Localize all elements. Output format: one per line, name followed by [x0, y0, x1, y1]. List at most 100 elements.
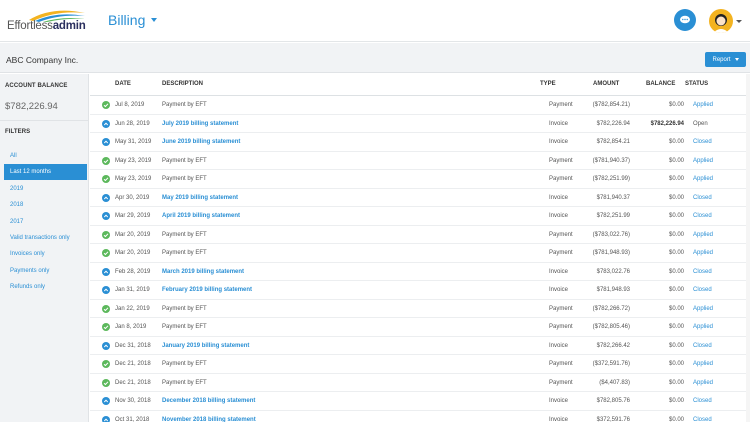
chevron-up-circle-icon[interactable] — [102, 415, 110, 422]
column-header-amount[interactable]: AMOUNT — [593, 81, 619, 87]
column-header-date[interactable]: DATE — [115, 81, 131, 87]
filter-item-label: Invoices only — [10, 251, 45, 258]
table-row[interactable]: Apr 30, 2019 May 2019 billing statement In… — [90, 189, 746, 207]
row-status: Open — [693, 120, 708, 127]
chat-button[interactable] — [674, 9, 696, 31]
filter-item[interactable]: 2019 — [0, 181, 87, 197]
row-description: Payment by EFT — [162, 379, 207, 386]
row-balance: $0.00 — [668, 268, 684, 275]
table-row[interactable]: Jan 8, 2019 Payment by EFT Payment ($782,80… — [90, 318, 746, 337]
row-description-link[interactable]: May 2019 billing statement — [162, 195, 238, 201]
filter-item[interactable]: All — [0, 148, 87, 164]
column-header-status[interactable]: STATUS — [685, 81, 708, 87]
check-circle-icon[interactable] — [102, 323, 110, 331]
row-description-link[interactable]: July 2019 billing statement — [162, 121, 238, 127]
row-description-link[interactable]: April 2019 billing statement — [162, 213, 240, 219]
sidebar-divider — [0, 120, 89, 121]
table-row[interactable]: Dec 21, 2018 Payment by EFT Payment ($4,407… — [90, 374, 746, 392]
row-description-link[interactable]: February 2019 billing statement — [162, 287, 252, 293]
row-status-link[interactable]: Closed — [693, 195, 712, 201]
user-avatar[interactable] — [709, 9, 733, 33]
row-status-link[interactable]: Closed — [693, 269, 712, 275]
row-status-link[interactable]: Applied — [693, 158, 713, 164]
avatar-chevron-down-icon[interactable] — [736, 20, 742, 23]
table-row[interactable]: Oct 31, 2018 November 2018 billing statem… — [90, 411, 746, 422]
filters-label: FILTERS — [5, 129, 31, 135]
column-header-description[interactable]: DESCRIPTION — [162, 81, 203, 87]
table-row[interactable]: Jun 28, 2019 July 2019 billing statement I… — [90, 115, 746, 133]
row-balance: $0.00 — [668, 194, 684, 201]
filter-item[interactable]: 2017 — [0, 214, 87, 230]
row-date: Jan 22, 2019 — [115, 305, 150, 312]
row-status-link[interactable]: Closed — [693, 417, 712, 422]
row-balance: $0.00 — [668, 231, 684, 238]
check-circle-icon[interactable] — [102, 230, 110, 239]
table-row[interactable]: Dec 31, 2018 January 2019 billing stateme… — [90, 337, 746, 355]
chevron-up-circle-icon[interactable] — [102, 138, 110, 146]
row-type: Invoice — [549, 120, 569, 127]
table-row[interactable]: Nov 30, 2018 December 2018 billing statem… — [90, 392, 746, 411]
check-circle-icon[interactable] — [102, 249, 110, 257]
table-row[interactable]: Dec 21, 2018 Payment by EFT Payment ($372,5… — [90, 355, 746, 374]
check-circle-icon[interactable] — [102, 360, 110, 368]
row-status-link[interactable]: Closed — [693, 398, 712, 404]
row-status-link[interactable]: Applied — [693, 176, 713, 182]
table-row[interactable]: Jul 8, 2019 Payment by EFT Payment ($782,85… — [90, 96, 746, 115]
filter-item[interactable]: 2018 — [0, 197, 87, 213]
report-button[interactable]: Report — [705, 52, 746, 67]
row-status-link[interactable]: Applied — [693, 232, 713, 238]
filter-item[interactable]: Invoices only — [0, 246, 87, 262]
chevron-up-circle-icon[interactable] — [102, 212, 110, 220]
row-status-link[interactable]: Closed — [693, 213, 712, 219]
row-balance: $0.00 — [668, 102, 684, 108]
check-circle-icon[interactable] — [102, 101, 110, 109]
table-row[interactable]: May 31, 2019 June 2019 billing statement I… — [90, 133, 746, 152]
table-row[interactable]: Mar 20, 2019 Payment by EFT Payment ($783,0… — [90, 226, 746, 244]
row-status-link[interactable]: Closed — [693, 139, 712, 145]
row-status-link[interactable]: Applied — [693, 306, 713, 312]
table-row[interactable]: Feb 28, 2019 March 2019 billing statement… — [90, 263, 746, 281]
chevron-up-circle-icon[interactable] — [102, 193, 110, 202]
filter-item[interactable]: Payments only — [0, 263, 87, 279]
row-description-link[interactable]: November 2018 billing statement — [162, 417, 256, 422]
row-description-link[interactable]: June 2019 billing statement — [162, 139, 240, 145]
table-row[interactable]: May 23, 2019 Payment by EFT Payment ($781,9… — [90, 152, 746, 170]
chevron-up-circle-icon[interactable] — [102, 397, 110, 405]
filter-item[interactable]: Refunds only — [0, 279, 87, 295]
table-row[interactable]: Mar 20, 2019 Payment by EFT Payment ($781,9… — [90, 244, 746, 263]
check-circle-icon[interactable] — [102, 304, 110, 313]
chevron-up-circle-icon[interactable] — [102, 286, 110, 294]
check-circle-icon[interactable] — [102, 156, 110, 165]
check-circle-icon[interactable] — [102, 175, 110, 183]
filter-item-label: Refunds only — [10, 284, 46, 291]
chevron-up-circle-icon[interactable] — [102, 267, 110, 276]
row-status-link[interactable]: Closed — [693, 343, 712, 349]
row-description-link[interactable]: December 2018 billing statement — [162, 398, 255, 404]
chevron-up-circle-icon[interactable] — [102, 119, 110, 128]
row-date: Apr 30, 2019 — [115, 194, 150, 201]
row-status-link[interactable]: Applied — [693, 324, 713, 330]
app-switcher[interactable]: Billing — [108, 12, 158, 28]
row-status-link[interactable]: Applied — [693, 102, 713, 108]
table-row[interactable]: Jan 22, 2019 Payment by EFT Payment ($782,2… — [90, 300, 746, 318]
table-row[interactable]: Jan 31, 2019 February 2019 billing statem… — [90, 281, 746, 300]
check-circle-icon[interactable] — [102, 378, 110, 387]
row-status-link[interactable]: Applied — [693, 361, 713, 367]
row-status-link[interactable]: Applied — [693, 380, 713, 386]
row-balance: $0.00 — [668, 157, 684, 164]
column-header-balance[interactable]: BALANCE — [646, 81, 675, 87]
row-description-link[interactable]: March 2019 billing statement — [162, 269, 244, 275]
filter-item[interactable]: Valid transactions only — [0, 230, 87, 246]
row-status-link[interactable]: Applied — [693, 250, 713, 256]
row-date: Dec 21, 2018 — [115, 361, 151, 367]
chevron-up-circle-icon[interactable] — [102, 341, 110, 350]
column-header-type[interactable]: TYPE — [540, 81, 556, 87]
logo[interactable]: Effortlessadmin — [7, 8, 87, 34]
app-name: Billing — [108, 12, 146, 28]
scrollbar[interactable] — [746, 74, 750, 422]
table-row[interactable]: May 23, 2019 Payment by EFT Payment ($782,2… — [90, 170, 746, 189]
table-row[interactable]: Mar 29, 2019 April 2019 billing statement… — [90, 207, 746, 226]
filter-item[interactable]: Last 12 months — [4, 164, 87, 181]
row-status-link[interactable]: Closed — [693, 287, 712, 293]
row-description-link[interactable]: January 2019 billing statement — [162, 343, 249, 349]
